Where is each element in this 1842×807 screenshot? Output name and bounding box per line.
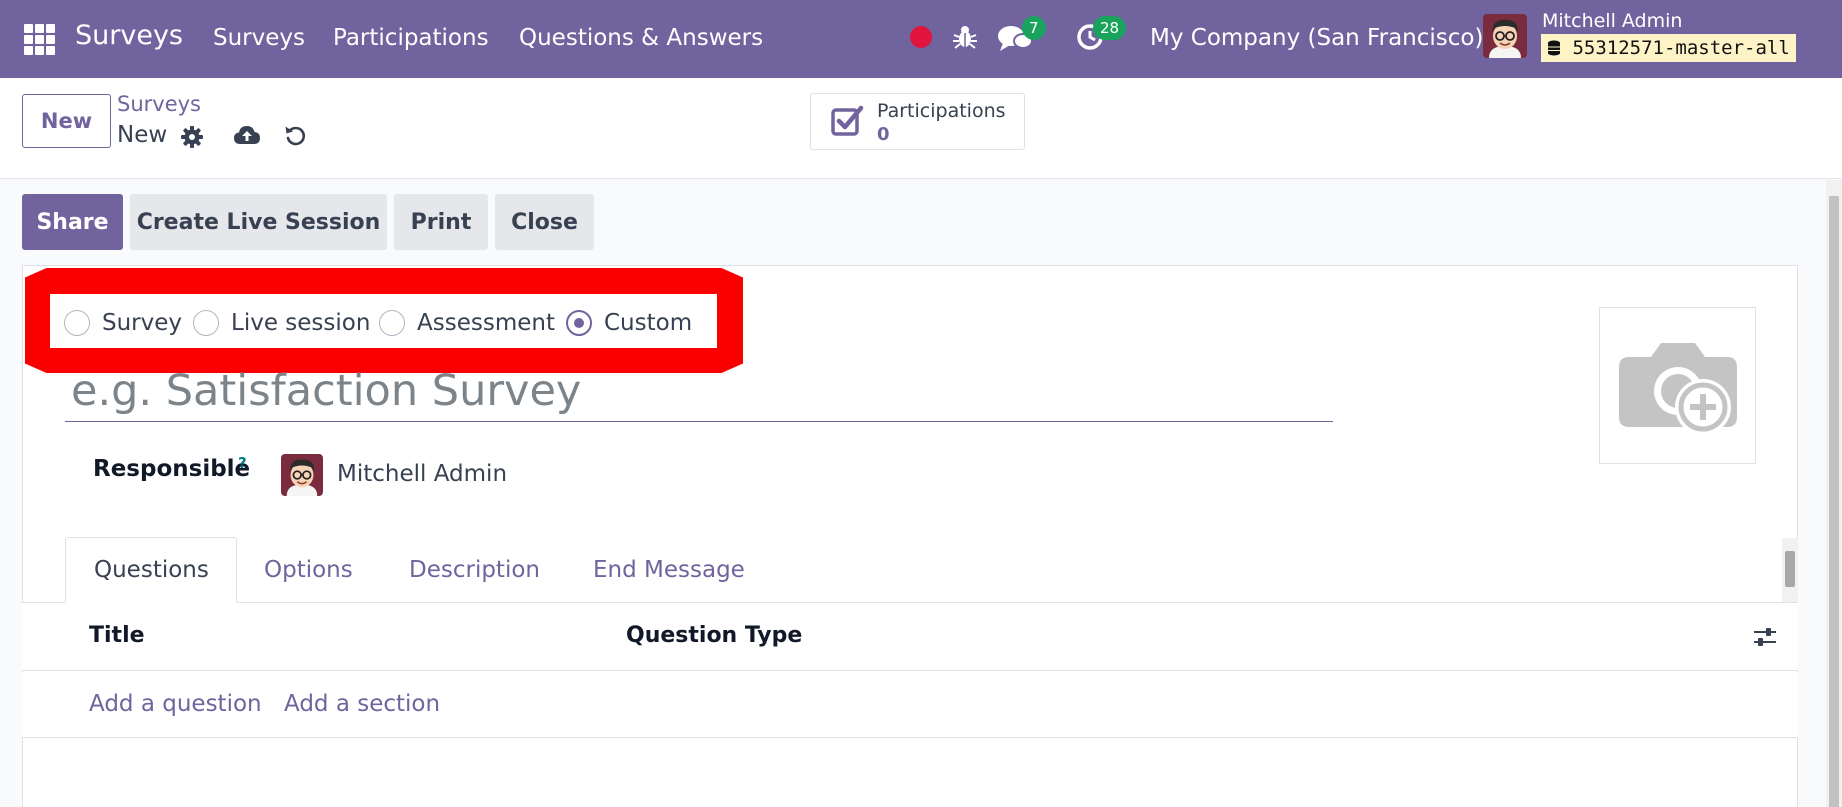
survey-type-live-session[interactable]: Live session	[193, 310, 370, 336]
radio-live-session-label: Live session	[231, 310, 371, 336]
radio-custom-label: Custom	[604, 310, 693, 336]
responsible-avatar[interactable]	[281, 454, 323, 496]
add-question-link[interactable]: Add a question	[89, 691, 262, 717]
radio-assessment[interactable]	[379, 310, 405, 336]
breadcrumb-surveys[interactable]: Surveys	[117, 92, 201, 116]
gear-icon[interactable]	[180, 125, 204, 149]
survey-type-custom[interactable]: Custom	[566, 310, 692, 336]
participations-smart-button[interactable]: Participations 0	[810, 93, 1025, 150]
page-scrollbar-thumb[interactable]	[1829, 196, 1839, 807]
survey-title-input[interactable]	[65, 360, 1333, 422]
chat-badge: 7	[1022, 16, 1046, 40]
user-avatar[interactable]	[1483, 14, 1527, 58]
company-switcher[interactable]: My Company (San Francisco)	[1150, 25, 1483, 51]
checkbox-check-icon	[831, 105, 864, 136]
avatar-face-icon	[1483, 14, 1527, 58]
user-name[interactable]: Mitchell Admin	[1542, 10, 1682, 32]
tabs-scrollbar-thumb[interactable]	[1785, 551, 1795, 587]
discard-icon[interactable]	[283, 123, 307, 147]
radio-survey-label: Survey	[102, 310, 183, 336]
top-navbar: Surveys Surveys Participations Questions…	[0, 0, 1842, 78]
survey-image-field[interactable]	[1599, 307, 1756, 464]
column-question-type[interactable]: Question Type	[626, 623, 802, 648]
activity-badge: 28	[1093, 16, 1127, 40]
breadcrumb-current: New	[117, 122, 168, 148]
column-title[interactable]: Title	[89, 623, 145, 648]
menu-questions-answers[interactable]: Questions & Answers	[519, 25, 763, 51]
close-button[interactable]: Close	[495, 194, 594, 250]
app-brand[interactable]: Surveys	[75, 20, 183, 51]
debug-icon[interactable]	[950, 22, 980, 52]
participations-label: Participations	[877, 100, 1006, 122]
database-icon	[1548, 40, 1560, 56]
survey-type-survey[interactable]: Survey	[64, 310, 182, 336]
questions-list-header	[22, 603, 1798, 671]
add-section-link[interactable]: Add a section	[284, 691, 440, 717]
share-button[interactable]: Share	[22, 194, 123, 250]
page-scrollbar[interactable]	[1826, 180, 1842, 807]
responsible-field[interactable]: Mitchell Admin	[337, 461, 507, 487]
apps-menu-icon[interactable]	[24, 24, 55, 55]
database-name: 55312571-master-all	[1572, 37, 1790, 59]
optional-columns-icon[interactable]	[1752, 624, 1778, 650]
radio-custom[interactable]	[566, 310, 592, 336]
create-live-session-button[interactable]: Create Live Session	[130, 194, 387, 250]
new-button[interactable]: New	[22, 94, 111, 148]
tab-description[interactable]: Description	[409, 557, 540, 583]
responsible-help-icon[interactable]: ?	[238, 454, 247, 472]
cloud-upload-icon[interactable]	[233, 123, 261, 147]
menu-participations[interactable]: Participations	[333, 25, 489, 51]
database-tag: 55312571-master-all	[1541, 34, 1796, 62]
responsible-label: Responsible	[93, 456, 251, 482]
tab-questions[interactable]: Questions	[94, 557, 209, 583]
menu-surveys[interactable]: Surveys	[213, 25, 305, 51]
print-button[interactable]: Print	[394, 194, 488, 250]
radio-live-session[interactable]	[193, 310, 219, 336]
tab-options[interactable]: Options	[264, 557, 353, 583]
survey-type-assessment[interactable]: Assessment	[379, 310, 555, 336]
avatar-face-icon	[281, 454, 323, 496]
tabs-scrollbar[interactable]	[1782, 538, 1798, 602]
participations-count: 0	[877, 124, 890, 145]
radio-survey[interactable]	[64, 310, 90, 336]
camera-add-icon	[1619, 343, 1737, 435]
tab-end-message[interactable]: End Message	[593, 557, 745, 583]
record-icon[interactable]	[910, 26, 932, 48]
radio-assessment-label: Assessment	[417, 310, 555, 336]
control-panel: New Surveys New Participations 0	[0, 78, 1842, 179]
